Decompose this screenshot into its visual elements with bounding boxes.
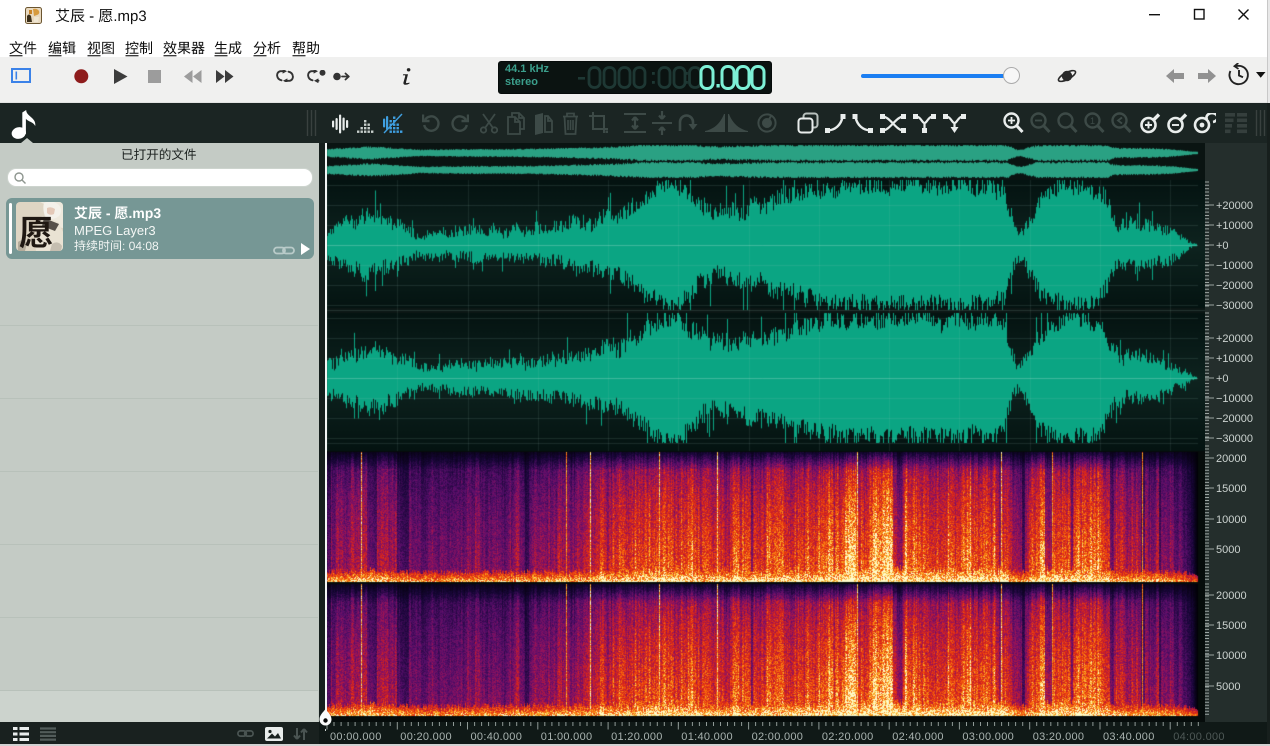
svg-text:5000: 5000	[1216, 544, 1240, 556]
svg-text:+10000: +10000	[1216, 220, 1253, 232]
svg-text:20000: 20000	[1216, 590, 1247, 602]
svg-text:20000: 20000	[1216, 453, 1247, 465]
svg-text:−30000: −30000	[1216, 433, 1253, 445]
svg-text:+20000: +20000	[1216, 200, 1253, 212]
svg-text:10000: 10000	[1216, 650, 1247, 662]
svg-text:+0: +0	[1216, 240, 1229, 252]
svg-text:1: 1	[1090, 116, 1095, 126]
svg-text:−10000: −10000	[1216, 260, 1253, 272]
svg-text:−30000: −30000	[1216, 300, 1253, 312]
svg-text:−20000: −20000	[1216, 280, 1253, 292]
svg-text:−20000: −20000	[1216, 413, 1253, 425]
svg-text:5000: 5000	[1216, 681, 1240, 693]
svg-text:15000: 15000	[1216, 620, 1247, 632]
svg-text:+10000: +10000	[1216, 353, 1253, 365]
svg-text:10000: 10000	[1216, 514, 1247, 526]
svg-text:+20000: +20000	[1216, 333, 1253, 345]
svg-text:15000: 15000	[1216, 483, 1247, 495]
svg-text:−10000: −10000	[1216, 393, 1253, 405]
svg-text:+0: +0	[1216, 373, 1229, 385]
